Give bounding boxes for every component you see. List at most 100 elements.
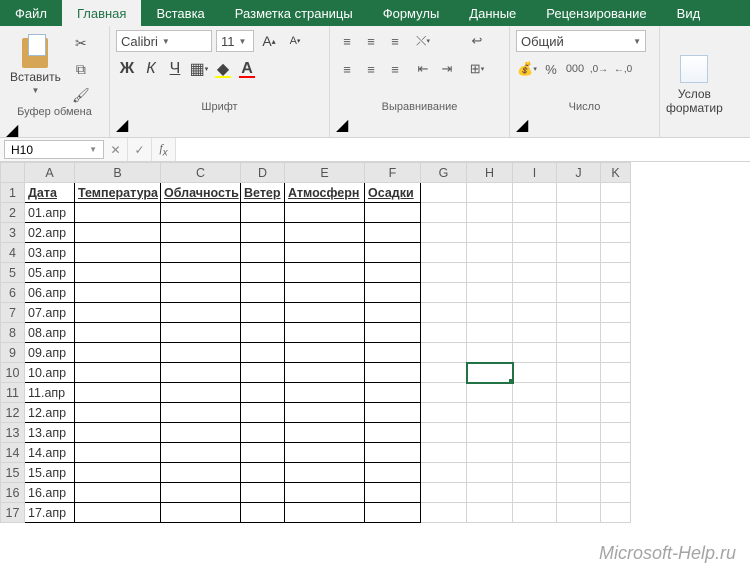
align-bottom-button[interactable]: ≡ xyxy=(384,30,406,52)
cell-D16[interactable] xyxy=(241,483,285,503)
cell-A12[interactable]: 12.апр xyxy=(25,403,75,423)
cell-C1[interactable]: Облачность xyxy=(161,183,241,203)
cell-A17[interactable]: 17.апр xyxy=(25,503,75,523)
cell-K16[interactable] xyxy=(601,483,631,503)
cell-I3[interactable] xyxy=(513,223,557,243)
cell-H14[interactable] xyxy=(467,443,513,463)
cell-B13[interactable] xyxy=(75,423,161,443)
row-header-12[interactable]: 12 xyxy=(1,403,25,423)
row-header-13[interactable]: 13 xyxy=(1,423,25,443)
copy-button[interactable]: ⧉ xyxy=(71,60,91,78)
row-header-3[interactable]: 3 xyxy=(1,223,25,243)
cell-A11[interactable]: 11.апр xyxy=(25,383,75,403)
cell-I1[interactable] xyxy=(513,183,557,203)
cell-C16[interactable] xyxy=(161,483,241,503)
cell-J1[interactable] xyxy=(557,183,601,203)
cell-J11[interactable] xyxy=(557,383,601,403)
cell-G16[interactable] xyxy=(421,483,467,503)
cell-G15[interactable] xyxy=(421,463,467,483)
row-header-2[interactable]: 2 xyxy=(1,203,25,223)
cell-K12[interactable] xyxy=(601,403,631,423)
cell-J9[interactable] xyxy=(557,343,601,363)
cell-K5[interactable] xyxy=(601,263,631,283)
cell-B17[interactable] xyxy=(75,503,161,523)
cell-G1[interactable] xyxy=(421,183,467,203)
cell-A5[interactable]: 05.апр xyxy=(25,263,75,283)
cell-D10[interactable] xyxy=(241,363,285,383)
border-button[interactable]: ▦▾ xyxy=(188,58,210,80)
cell-G4[interactable] xyxy=(421,243,467,263)
fill-color-button[interactable]: ◆ xyxy=(212,58,234,80)
cell-I14[interactable] xyxy=(513,443,557,463)
col-header-C[interactable]: C xyxy=(161,163,241,183)
cell-K14[interactable] xyxy=(601,443,631,463)
select-all-corner[interactable] xyxy=(1,163,25,183)
row-header-7[interactable]: 7 xyxy=(1,303,25,323)
cell-H4[interactable] xyxy=(467,243,513,263)
cell-I7[interactable] xyxy=(513,303,557,323)
cell-E13[interactable] xyxy=(285,423,365,443)
cell-J6[interactable] xyxy=(557,283,601,303)
align-center-button[interactable]: ≡ xyxy=(360,58,382,80)
cell-H12[interactable] xyxy=(467,403,513,423)
cell-F1[interactable]: Осадки xyxy=(365,183,421,203)
tab-вставка[interactable]: Вставка xyxy=(141,0,219,26)
align-middle-button[interactable]: ≡ xyxy=(360,30,382,52)
cell-C15[interactable] xyxy=(161,463,241,483)
cell-E5[interactable] xyxy=(285,263,365,283)
cell-E11[interactable] xyxy=(285,383,365,403)
cell-J16[interactable] xyxy=(557,483,601,503)
cell-F13[interactable] xyxy=(365,423,421,443)
tab-рецензирование[interactable]: Рецензирование xyxy=(531,0,661,26)
cell-C8[interactable] xyxy=(161,323,241,343)
cell-A10[interactable]: 10.апр xyxy=(25,363,75,383)
cell-H9[interactable] xyxy=(467,343,513,363)
cell-H16[interactable] xyxy=(467,483,513,503)
cell-A13[interactable]: 13.апр xyxy=(25,423,75,443)
row-header-14[interactable]: 14 xyxy=(1,443,25,463)
row-header-8[interactable]: 8 xyxy=(1,323,25,343)
cell-E10[interactable] xyxy=(285,363,365,383)
paste-button[interactable]: Вставить ▼ xyxy=(6,30,65,97)
cell-A4[interactable]: 03.апр xyxy=(25,243,75,263)
cell-J4[interactable] xyxy=(557,243,601,263)
cell-A16[interactable]: 16.апр xyxy=(25,483,75,503)
cell-F15[interactable] xyxy=(365,463,421,483)
row-header-16[interactable]: 16 xyxy=(1,483,25,503)
cell-F3[interactable] xyxy=(365,223,421,243)
percent-button[interactable]: % xyxy=(540,58,562,80)
cell-F12[interactable] xyxy=(365,403,421,423)
cell-A8[interactable]: 08.апр xyxy=(25,323,75,343)
tab-вид[interactable]: Вид xyxy=(662,0,716,26)
format-painter-button[interactable]: 🖌 xyxy=(71,86,91,104)
cell-B11[interactable] xyxy=(75,383,161,403)
col-header-B[interactable]: B xyxy=(75,163,161,183)
cell-J8[interactable] xyxy=(557,323,601,343)
row-header-10[interactable]: 10 xyxy=(1,363,25,383)
cell-B15[interactable] xyxy=(75,463,161,483)
italic-button[interactable]: К xyxy=(140,58,162,80)
cell-H3[interactable] xyxy=(467,223,513,243)
cell-A9[interactable]: 09.апр xyxy=(25,343,75,363)
cell-K3[interactable] xyxy=(601,223,631,243)
increase-decimal-button[interactable]: ,0→ xyxy=(588,58,610,80)
cell-E4[interactable] xyxy=(285,243,365,263)
tab-формулы[interactable]: Формулы xyxy=(368,0,455,26)
cell-G17[interactable] xyxy=(421,503,467,523)
cell-G12[interactable] xyxy=(421,403,467,423)
cell-B2[interactable] xyxy=(75,203,161,223)
row-header-4[interactable]: 4 xyxy=(1,243,25,263)
cell-I8[interactable] xyxy=(513,323,557,343)
cell-D14[interactable] xyxy=(241,443,285,463)
name-box[interactable]: H10 ▼ xyxy=(4,140,104,159)
cell-F6[interactable] xyxy=(365,283,421,303)
cell-J13[interactable] xyxy=(557,423,601,443)
cell-D11[interactable] xyxy=(241,383,285,403)
cell-I9[interactable] xyxy=(513,343,557,363)
cell-H5[interactable] xyxy=(467,263,513,283)
cell-E9[interactable] xyxy=(285,343,365,363)
cell-G11[interactable] xyxy=(421,383,467,403)
col-header-A[interactable]: A xyxy=(25,163,75,183)
cell-I13[interactable] xyxy=(513,423,557,443)
font-color-button[interactable]: A xyxy=(236,58,258,80)
